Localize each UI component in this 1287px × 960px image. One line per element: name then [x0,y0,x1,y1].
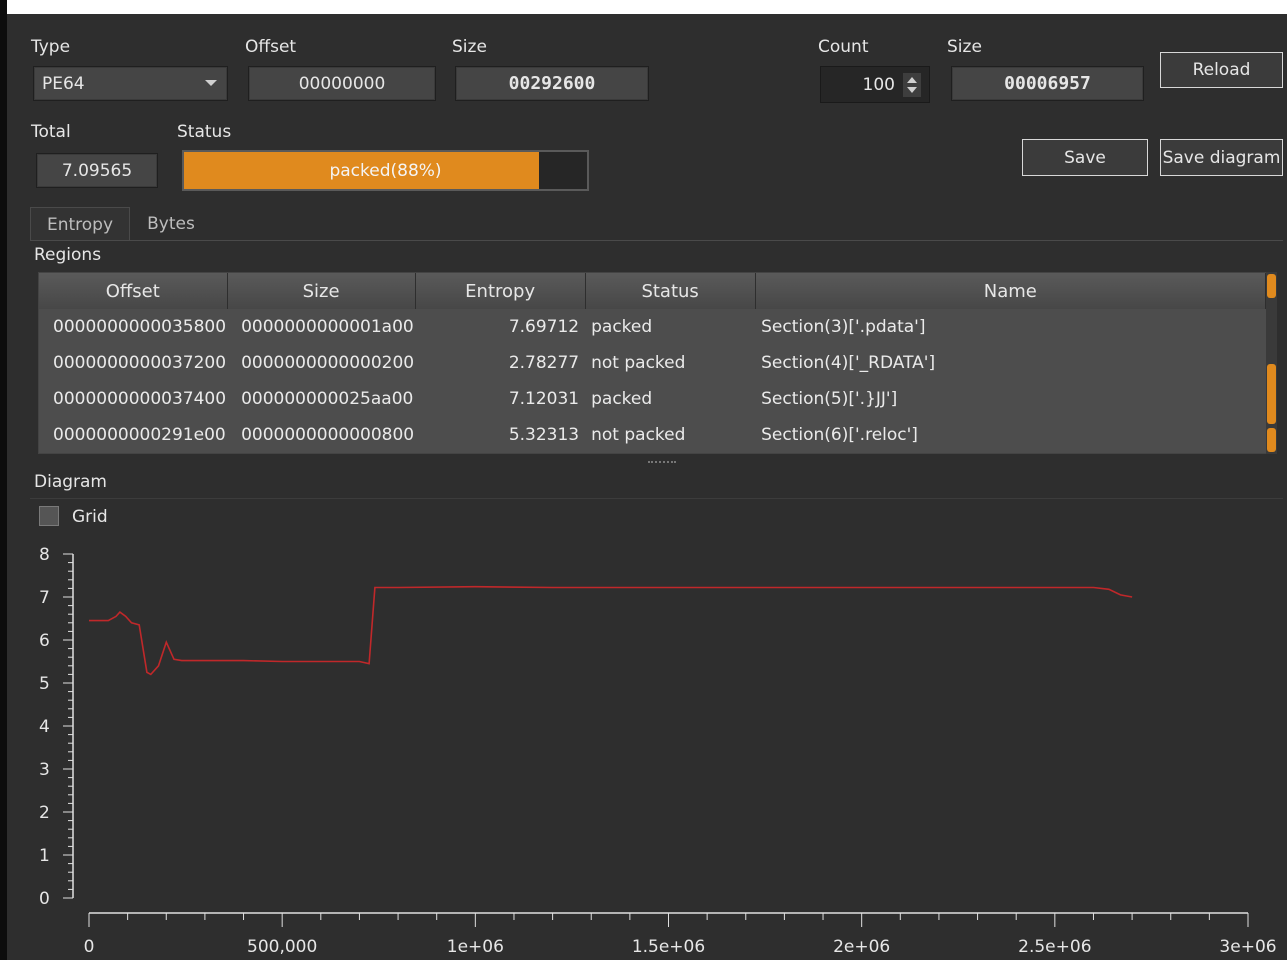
entropy-line-chart: 0 1 2 3 4 5 6 7 8 0 500,000 1e+06 1.5e+06 2e+06 2.5e+0… [39,545,1277,957]
column-header-entropy[interactable]: Entropy [415,273,586,309]
x-tick-label: 0 [84,937,95,957]
cell-name: Section(6)['.reloc'] [755,417,1266,453]
y-tick-label: 2 [39,803,50,823]
save-button[interactable]: Save [1022,139,1148,176]
column-header-size[interactable]: Size [227,273,416,309]
table-row[interactable]: 0000000000035800 0000000000001a00 7.6971… [39,309,1266,345]
diagram-divider [30,498,1283,499]
size-field[interactable]: 00292600 [455,66,649,101]
spin-arrows-icon[interactable] [903,73,921,97]
x-tick-label: 1e+06 [447,937,504,957]
regions-label: Regions [34,245,102,265]
chevron-down-icon [205,80,217,86]
table-header-row: Offset Size Entropy Status Name [39,273,1266,309]
cell-offset: 0000000000291e00 [39,417,228,453]
x-tick-label: 1.5e+06 [632,937,705,957]
cell-size: 0000000000000800 [227,417,416,453]
table-row[interactable]: 0000000000291e00 0000000000000800 5.3231… [39,417,1266,453]
count-label: Count [818,37,869,57]
cell-name: Section(5)['.}JJ'] [755,381,1266,417]
splitter-handle[interactable] [648,461,676,466]
scroll-up-arrow[interactable] [1267,274,1276,298]
cell-status: packed [585,381,756,417]
status-label: Status [177,122,232,142]
regions-table: Offset Size Entropy Status Name 00000000… [39,273,1266,453]
tab-bytes[interactable]: Bytes [132,207,210,241]
cell-entropy: 7.69712 [415,309,586,345]
column-header-name[interactable]: Name [755,273,1266,309]
save-diagram-button[interactable]: Save diagram [1160,139,1283,176]
type-select-value: PE64 [42,73,85,94]
y-tick-label: 3 [39,760,50,780]
cell-status: packed [585,309,756,345]
entropy-series-line [89,585,1133,676]
size2-label: Size [947,37,982,57]
size-label: Size [452,37,487,57]
size2-field[interactable]: 00006957 [951,66,1144,101]
cell-entropy: 7.12031 [415,381,586,417]
cell-name: Section(4)['_RDATA'] [755,345,1266,381]
table-row[interactable]: 0000000000037200 0000000000000200 2.7827… [39,345,1266,381]
y-tick-label: 4 [39,717,50,737]
window-top-strip [0,0,1287,14]
y-tick-label: 6 [39,631,50,651]
x-tick-label: 2e+06 [833,937,890,957]
y-tick-label: 7 [39,588,50,608]
y-tick-label: 1 [39,846,50,866]
cell-status: not packed [585,417,756,453]
scroll-thumb[interactable] [1267,364,1276,424]
table-row[interactable]: 0000000000037400 000000000025aa00 7.1203… [39,381,1266,417]
grid-checkbox[interactable] [39,506,59,526]
y-tick-label: 8 [39,545,50,565]
type-select[interactable]: PE64 [33,66,228,101]
regions-table-container: Offset Size Entropy Status Name 00000000… [38,272,1267,454]
cell-entropy: 2.78277 [415,345,586,381]
reload-button[interactable]: Reload [1160,52,1283,88]
diagram-label: Diagram [34,472,107,492]
count-spinbox[interactable]: 100 [820,66,930,103]
tab-entropy[interactable]: Entropy [30,207,130,241]
column-header-offset[interactable]: Offset [39,273,228,309]
offset-field[interactable]: 00000000 [248,66,436,101]
regions-scrollbar[interactable] [1266,272,1277,454]
tab-divider [30,240,1283,241]
cell-size: 0000000000000200 [227,345,416,381]
total-field[interactable]: 7.09565 [36,153,158,188]
cell-status: not packed [585,345,756,381]
cell-size: 0000000000001a00 [227,309,416,345]
cell-size: 000000000025aa00 [227,381,416,417]
scroll-down-arrow[interactable] [1267,428,1276,452]
x-tick-label: 2.5e+06 [1018,937,1091,957]
column-header-status[interactable]: Status [585,273,756,309]
cell-entropy: 5.32313 [415,417,586,453]
type-label: Type [31,37,71,57]
y-tick-label: 0 [39,889,50,909]
cell-offset: 0000000000037200 [39,345,228,381]
offset-label: Offset [245,37,297,57]
y-tick-label: 5 [39,674,50,694]
status-progress-text: packed(88%) [329,160,442,181]
x-tick-label: 500,000 [247,937,317,957]
x-tick-label: 3e+06 [1219,937,1276,957]
grid-label: Grid [72,507,108,527]
cell-offset: 0000000000035800 [39,309,228,345]
cell-offset: 0000000000037400 [39,381,228,417]
total-label: Total [31,122,71,142]
count-value: 100 [862,75,895,95]
cell-name: Section(3)['.pdata'] [755,309,1266,345]
status-progress-bar: packed(88%) [182,150,589,191]
